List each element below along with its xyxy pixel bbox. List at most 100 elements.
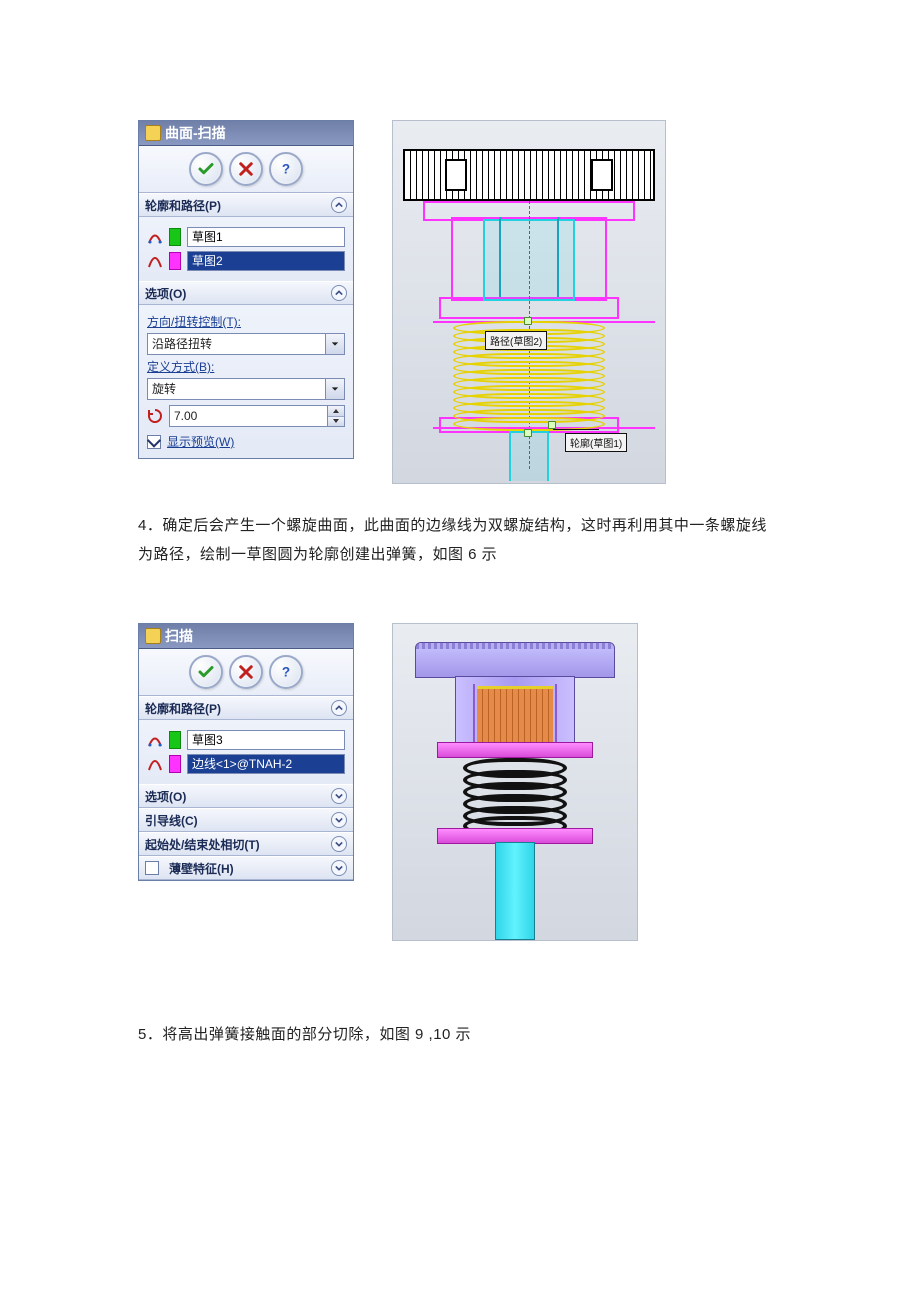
dir-twist-combo[interactable]: 沿路径扭转 xyxy=(147,333,345,355)
chevron-down-icon xyxy=(331,385,339,393)
profile-color-chip xyxy=(169,731,181,749)
define-by-label: 定义方式(B): xyxy=(147,358,345,375)
figure-row-1: 曲面-扫描 ? 轮廓和路径(P) xyxy=(138,120,782,484)
panel-title-text: 扫描 xyxy=(165,626,193,646)
spinner-value: 7.00 xyxy=(170,406,327,426)
expand-toggle[interactable] xyxy=(331,860,347,876)
path-sketch-icon xyxy=(147,253,163,269)
figure-row-2: 扫描 ? 轮廓和路径(P) xyxy=(138,623,782,941)
path-sketch-icon xyxy=(147,756,163,772)
turns-spinner[interactable]: 7.00 xyxy=(169,405,345,427)
spinner-down[interactable] xyxy=(328,417,344,427)
section-label: 轮廓和路径(P) xyxy=(145,197,221,214)
path-color-chip xyxy=(169,252,181,270)
inner-hatched-core xyxy=(477,686,553,743)
panel-toolbar: ? xyxy=(139,146,353,193)
chevron-down-icon xyxy=(331,340,339,348)
show-preview-checkbox[interactable] xyxy=(147,435,161,449)
chevron-up-icon xyxy=(335,704,343,712)
section-thin-feature[interactable]: 薄壁特征(H) xyxy=(139,856,353,880)
document-page: 曲面-扫描 ? 轮廓和路径(P) xyxy=(0,0,920,1124)
expand-toggle[interactable] xyxy=(331,836,347,852)
section-options[interactable]: 选项(O) xyxy=(139,784,353,808)
dir-twist-label: 方向/扭转控制(T): xyxy=(147,313,345,330)
surface-sweep-panel: 曲面-扫描 ? 轮廓和路径(P) xyxy=(138,120,354,459)
thin-feature-row: 薄壁特征(H) xyxy=(145,860,234,877)
cad-view-sweep[interactable] xyxy=(392,623,638,941)
show-preview-row: 显示预览(W) xyxy=(147,433,345,450)
ok-button[interactable] xyxy=(189,152,223,186)
panel-toolbar: ? xyxy=(139,649,353,696)
close-icon xyxy=(237,160,255,178)
help-button[interactable]: ? xyxy=(269,655,303,689)
shaft xyxy=(495,842,535,940)
knurled-cap xyxy=(415,642,615,678)
thin-feature-checkbox[interactable] xyxy=(145,861,159,875)
help-icon: ? xyxy=(277,663,295,681)
spring-3d xyxy=(463,758,567,828)
path-field[interactable]: 边线<1>@TNAH-2 xyxy=(187,754,345,774)
svg-text:?: ? xyxy=(282,665,290,680)
section-tangency[interactable]: 起始处/结束处相切(T) xyxy=(139,832,353,856)
path-row: 草图2 xyxy=(147,251,345,271)
section-profile-path[interactable]: 轮廓和路径(P) xyxy=(139,193,353,217)
section-profile-path-body: 草图3 边线<1>@TNAH-2 xyxy=(139,720,353,784)
profile-sketch-icon xyxy=(147,732,163,748)
section-label: 薄壁特征(H) xyxy=(169,860,234,877)
chevron-down-icon xyxy=(335,816,343,824)
collapse-toggle[interactable] xyxy=(331,285,347,301)
profile-row: 草图3 xyxy=(147,730,345,750)
section-label: 选项(O) xyxy=(145,788,186,805)
section-label: 起始处/结束处相切(T) xyxy=(145,836,260,853)
section-label: 引导线(C) xyxy=(145,812,198,829)
cad-view-surface-sweep[interactable]: 路径(草图2) 轮廓(草图1) xyxy=(392,120,666,484)
path-row: 边线<1>@TNAH-2 xyxy=(147,754,345,774)
spinner-buttons xyxy=(327,406,344,426)
path-color-chip xyxy=(169,755,181,773)
combo-value: 旋转 xyxy=(148,379,325,399)
path-tag: 路径(草图2) xyxy=(485,331,547,350)
paragraph-5: 5．将高出弹簧接触面的部分切除，如图 9 ,10 示 xyxy=(138,1021,782,1050)
profile-sketch-icon xyxy=(147,229,163,245)
chevron-down-icon xyxy=(335,792,343,800)
turns-row: 7.00 xyxy=(147,405,345,427)
check-icon xyxy=(197,663,215,681)
spacer xyxy=(138,969,782,997)
help-button[interactable]: ? xyxy=(269,152,303,186)
profile-field[interactable]: 草图1 xyxy=(187,227,345,247)
feature-icon xyxy=(145,125,161,141)
panel-title-text: 曲面-扫描 xyxy=(165,123,226,143)
expand-toggle[interactable] xyxy=(331,812,347,828)
anchor-node xyxy=(548,421,556,429)
section-guides[interactable]: 引导线(C) xyxy=(139,808,353,832)
section-options-body: 方向/扭转控制(T): 沿路径扭转 定义方式(B): 旋转 xyxy=(139,305,353,458)
path-field[interactable]: 草图2 xyxy=(187,251,345,271)
expand-toggle[interactable] xyxy=(331,788,347,804)
leader-line xyxy=(553,429,599,430)
collapse-toggle[interactable] xyxy=(331,197,347,213)
chevron-down-icon xyxy=(335,864,343,872)
section-profile-path-body: 草图1 草图2 xyxy=(139,217,353,281)
cancel-button[interactable] xyxy=(229,655,263,689)
profile-field[interactable]: 草图3 xyxy=(187,730,345,750)
section-profile-path[interactable]: 轮廓和路径(P) xyxy=(139,696,353,720)
collapse-toggle[interactable] xyxy=(331,700,347,716)
chevron-down-icon xyxy=(335,840,343,848)
define-by-combo[interactable]: 旋转 xyxy=(147,378,345,400)
combo-dropdown-button[interactable] xyxy=(325,379,344,399)
close-icon xyxy=(237,663,255,681)
section-options[interactable]: 选项(O) xyxy=(139,281,353,305)
combo-dropdown-button[interactable] xyxy=(325,334,344,354)
cancel-button[interactable] xyxy=(229,152,263,186)
panel-title: 曲面-扫描 xyxy=(139,121,353,146)
profile-row: 草图1 xyxy=(147,227,345,247)
check-icon xyxy=(197,160,215,178)
upper-plate xyxy=(437,742,593,758)
chevron-up-icon xyxy=(335,201,343,209)
spinner-up[interactable] xyxy=(328,406,344,417)
ok-button[interactable] xyxy=(189,655,223,689)
profile-tag: 轮廓(草图1) xyxy=(565,433,627,452)
svg-text:?: ? xyxy=(282,162,290,177)
feature-icon xyxy=(145,628,161,644)
panel-title: 扫描 xyxy=(139,624,353,649)
